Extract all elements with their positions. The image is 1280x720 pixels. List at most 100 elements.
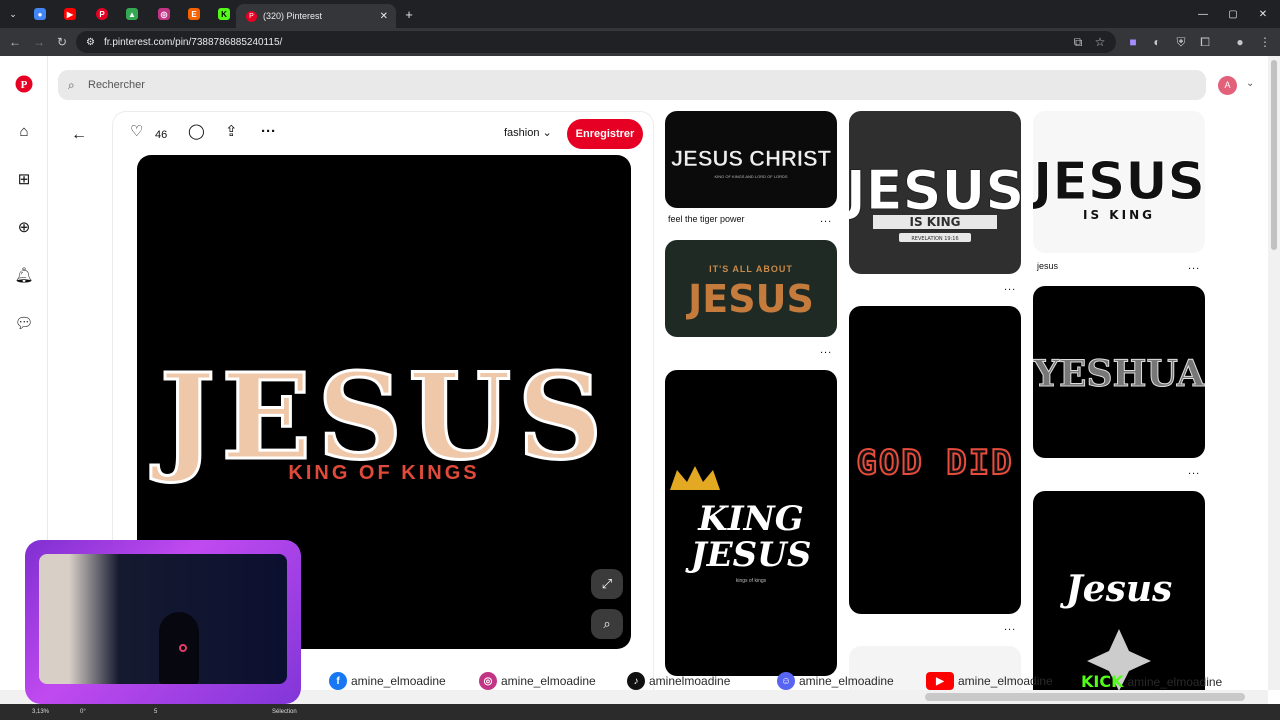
grid-pin-3[interactable]: JESUS IS KING REVELATION 19:16 [849, 111, 1021, 274]
grid-pin-2[interactable]: KING JESUS kings of kings [665, 370, 837, 676]
browser-toolbar: ← → ↻ ⚙ fr.pinterest.com/pin/73887868852… [0, 28, 1280, 56]
address-bar[interactable]: ⚙ fr.pinterest.com/pin/738878688524011​5… [76, 31, 1116, 53]
forward-icon[interactable]: → [32, 35, 46, 49]
extensions-puzzle-icon[interactable]: ⧠ [1198, 35, 1212, 49]
close-window-icon[interactable]: ✕ [1256, 4, 1270, 24]
discord-icon: ☺ [777, 672, 795, 690]
pin-more-icon[interactable]: ... [1188, 465, 1200, 477]
pin-art-text: GOD DID [856, 443, 1013, 483]
avatar[interactable]: A [1218, 76, 1237, 95]
scrollbar-thumb[interactable] [1271, 60, 1277, 250]
pin-caption[interactable]: jesus [1037, 261, 1058, 271]
pin-art-text: JESUS CHRIST [671, 146, 832, 171]
search-bar[interactable]: ⌕ Rechercher [58, 70, 1206, 100]
tab-pinterest-active[interactable]: P (320) Pinterest ✕ [236, 4, 396, 28]
pin-art-text: YESHUA [1033, 353, 1205, 395]
tab-search-icon[interactable]: ⌄ [4, 4, 22, 24]
more-options-icon[interactable]: ··· [261, 123, 276, 141]
explore-icon[interactable]: ⊞ [14, 170, 34, 190]
tab-chrome[interactable]: ● [32, 4, 48, 24]
svg-text:P: P [21, 79, 28, 91]
menu-dots-icon[interactable]: ⋮ [1258, 35, 1272, 49]
url-text: fr.pinterest.com/pin/738878688524011​5/ [104, 36, 283, 48]
tab-title: (320) Pinterest [263, 11, 323, 21]
heart-icon[interactable]: ♡ [130, 123, 143, 141]
back-arrow-icon[interactable]: ← [71, 126, 87, 144]
share-icon[interactable]: ⇪ [225, 123, 238, 141]
chrome-icon: ● [34, 8, 46, 20]
webcam-overlay [25, 540, 301, 704]
visual-search-icon[interactable]: ⌕ [591, 609, 623, 639]
extension-a-icon[interactable]: ◐ [1150, 35, 1164, 49]
social-youtube: ▶ amine_elmoadine [926, 672, 1053, 690]
vertical-scrollbar[interactable] [1268, 56, 1280, 690]
page-number: 5 [154, 709, 158, 715]
profile-icon[interactable]: ● [1233, 35, 1247, 49]
search-icon: ⌕ [68, 77, 75, 92]
grid-pin-4[interactable]: GOD DID [849, 306, 1021, 614]
close-tab-icon[interactable]: ✕ [380, 11, 388, 22]
expand-icon[interactable]: ⤢ [591, 569, 623, 599]
tab-pinterest[interactable]: P [94, 4, 110, 24]
search-input[interactable]: Rechercher [88, 79, 145, 91]
social-handle: amine_elmoadine [958, 674, 1053, 688]
shield-icon[interactable]: ⛨ [1174, 35, 1188, 49]
comment-icon[interactable]: ◯ [188, 123, 205, 141]
social-tiktok: ♪ aminelmoadine [627, 672, 730, 690]
pin-art-sub: IS KING [910, 215, 961, 229]
account-chevron-icon[interactable]: ⌄ [1246, 78, 1254, 89]
messages-icon[interactable]: 💬︎ [14, 314, 34, 334]
instagram-icon: ◎ [158, 8, 170, 20]
tool-mode: Sélection [272, 709, 297, 715]
tab-youtube[interactable]: ▶ [62, 4, 78, 24]
extension-icon[interactable]: ■ [1126, 35, 1140, 49]
tab-kick[interactable]: K [216, 4, 232, 24]
board-name: fashion [504, 127, 540, 139]
grid-pin-5[interactable]: JESUS IS KING [1033, 111, 1205, 253]
chevron-down-icon: ⌄ [542, 127, 552, 139]
social-discord: ☺ amine_elmoadine [777, 672, 894, 690]
social-instagram: ◎ amine_elmoadine [479, 672, 596, 690]
kick-icon: KICK [1081, 672, 1124, 691]
pin-art-text: JESUS [685, 277, 814, 321]
youtube-icon: ▶ [926, 672, 954, 690]
pin-more-icon[interactable]: ... [820, 344, 832, 356]
notifications-bell-icon[interactable]: 🔔︎ [14, 266, 34, 286]
bookmark-star-icon[interactable]: ☆ [1093, 35, 1107, 49]
grid-pin-7[interactable]: Jesus [1033, 491, 1205, 691]
board-selector[interactable]: fashion ⌄ [504, 126, 552, 139]
tab-etsy[interactable]: E [186, 4, 202, 24]
like-count: 46 [155, 129, 168, 141]
save-button[interactable]: Enregistrer [567, 119, 643, 149]
pin-art-sub2: REVELATION 19:16 [911, 236, 958, 242]
pinterest-logo-icon[interactable]: P [14, 75, 34, 95]
pin-more-icon[interactable]: ... [1004, 281, 1016, 293]
image-subtitle: KING OF KINGS [288, 462, 479, 484]
new-tab-button[interactable]: + [402, 4, 416, 24]
pin-art-text: KING [697, 499, 804, 539]
angle-value: 0° [80, 709, 86, 715]
tab-instagram[interactable]: ◎ [156, 4, 172, 24]
social-facebook: f amine_elmoadine [329, 672, 446, 690]
back-icon[interactable]: ← [8, 35, 22, 49]
grid-pin-1[interactable]: IT'S ALL ABOUT JESUS [665, 240, 837, 337]
install-app-icon[interactable]: ⧉ [1071, 35, 1085, 49]
pin-more-icon[interactable]: ... [1004, 621, 1016, 633]
tab-drive[interactable]: ▲ [124, 4, 140, 24]
site-info-icon[interactable]: ⚙ [86, 37, 95, 48]
social-handle: amine_elmoadine [501, 674, 596, 688]
horizontal-scrollbar-thumb[interactable] [925, 693, 1245, 701]
create-icon[interactable]: ⊕ [14, 218, 34, 238]
pin-caption[interactable]: feel the tiger power [668, 214, 745, 224]
crown-icon [670, 466, 720, 490]
minimize-icon[interactable]: — [1196, 4, 1210, 24]
reload-icon[interactable]: ↻ [55, 35, 69, 49]
maximize-icon[interactable]: ▢ [1226, 4, 1240, 24]
home-icon[interactable]: ⌂ [14, 122, 34, 142]
pin-more-icon[interactable]: ... [1188, 260, 1200, 272]
pin-more-icon[interactable]: ... [820, 213, 832, 225]
pin-art-sub: KING OF KINGS AND LORD OF LORDS [714, 174, 787, 179]
grid-pin-0[interactable]: JESUS CHRIST KING OF KINGS AND LORD OF L… [665, 111, 837, 208]
zoom-level: 3,13% [32, 709, 50, 715]
grid-pin-6[interactable]: YESHUA [1033, 286, 1205, 458]
